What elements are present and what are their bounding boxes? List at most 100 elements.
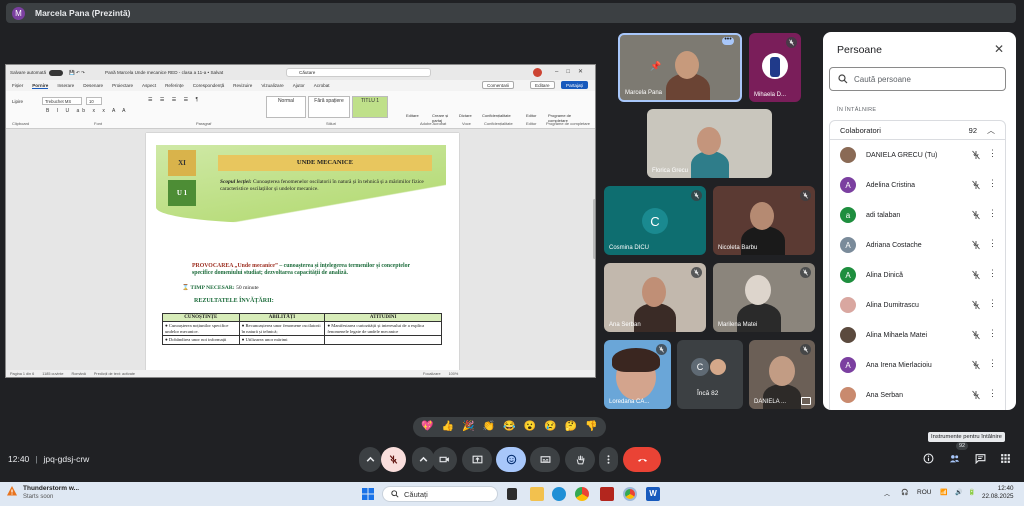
status-focus[interactable]: Focalizare	[423, 372, 441, 376]
menu-layout[interactable]: Aspect	[142, 83, 156, 88]
meeting-info-button[interactable]	[920, 450, 936, 466]
activities-button[interactable]	[997, 450, 1013, 466]
file-explorer-icon[interactable]	[530, 487, 544, 501]
collaborators-group[interactable]: Colaboratori 92 ︿	[829, 120, 1006, 140]
share-button[interactable]: Partajați	[561, 81, 588, 89]
menu-home[interactable]: Pornire	[32, 83, 49, 89]
list-item[interactable]: Ana Serban ⋮	[830, 380, 1005, 410]
menu-acrobat[interactable]: Acrobat	[314, 83, 330, 88]
more-vert-icon[interactable]: ⋮	[988, 358, 997, 368]
present-button[interactable]	[462, 447, 492, 472]
reaction-thumbs-down[interactable]: 👎	[585, 422, 597, 432]
menu-design[interactable]: Proiectare	[112, 83, 133, 88]
video-tile[interactable]: Florica Grecu	[647, 109, 772, 178]
battery-icon[interactable]: 🔋	[968, 489, 975, 496]
menu-mailings[interactable]: Corespondență	[193, 83, 224, 88]
list-item[interactable]: Alina Mihaela Matei ⋮	[830, 320, 1005, 350]
editing-tool[interactable]: Editare	[406, 113, 419, 118]
list-item[interactable]: a adi talaban ⋮	[830, 200, 1005, 230]
edge-icon[interactable]	[552, 487, 566, 501]
document-page[interactable]: XI U 1 UNDE MECANICE Scopul lecției: Cun…	[146, 133, 459, 373]
word-search-input[interactable]: Căutare	[286, 68, 431, 77]
document-scrollbar[interactable]	[593, 199, 595, 259]
volume-icon[interactable]: 🔊	[955, 489, 962, 496]
video-tile[interactable]: Ana Serban	[604, 263, 706, 332]
style-title-1[interactable]: TITLU 1	[352, 96, 388, 118]
keyboard-language[interactable]: ROU	[917, 489, 931, 496]
user-avatar[interactable]	[533, 68, 542, 77]
reaction-thinking[interactable]: 🤔	[565, 422, 577, 432]
video-tile[interactable]: 📌 ••• Marcela Pana	[618, 33, 742, 102]
chat-button[interactable]	[972, 450, 988, 466]
list-item[interactable]: A Ana Irena Mierlacioiu ⋮	[830, 350, 1005, 380]
menu-review[interactable]: Revizuire	[233, 83, 252, 88]
menu-view[interactable]: Vizualizare	[261, 83, 283, 88]
style-no-spacing[interactable]: Fără spațiere	[308, 96, 350, 118]
autosave-toggle[interactable]	[49, 69, 64, 76]
reactions-button[interactable]	[496, 447, 526, 472]
reaction-thumbs-up[interactable]: 👍	[442, 422, 454, 432]
chrome-active-icon[interactable]	[623, 487, 637, 501]
reaction-laugh[interactable]: 😂	[503, 422, 515, 432]
camera-toggle-button[interactable]	[432, 447, 457, 472]
document-area[interactable]: XI U 1 UNDE MECANICE Scopul lecției: Cun…	[6, 129, 595, 373]
list-item[interactable]: DANIELA GRECU (Tu) ⋮	[830, 140, 1005, 170]
acrobat-icon[interactable]	[600, 487, 614, 501]
menu-references[interactable]: Referințe	[165, 83, 184, 88]
leave-call-button[interactable]	[623, 447, 661, 472]
task-view-icon[interactable]	[507, 488, 517, 500]
window-controls-icon[interactable]: –□✕	[555, 68, 591, 75]
reaction-clap[interactable]: 👏	[483, 422, 495, 432]
captions-button[interactable]	[530, 447, 560, 472]
pin-icon[interactable]: 📌	[650, 61, 661, 72]
paste-button[interactable]: Lipire	[12, 99, 23, 104]
people-button[interactable]	[946, 450, 962, 466]
more-vert-icon[interactable]: ⋮	[988, 268, 997, 278]
reaction-sparkling-heart[interactable]: 💖	[421, 422, 433, 432]
list-item[interactable]: A Adriana Costache ⋮	[830, 230, 1005, 260]
menu-insert[interactable]: Inserare	[57, 83, 74, 88]
sensitivity-tool[interactable]: Confidențialitate	[482, 113, 511, 118]
reaction-party[interactable]: 🎉	[462, 422, 474, 432]
video-tile[interactable]: Marilena Matei	[713, 263, 815, 332]
people-search-input[interactable]: Caută persoane	[829, 67, 1006, 91]
taskbar-search-input[interactable]: Căutați	[382, 486, 498, 502]
bold-italic-underline-icon[interactable]: B I U ab x x A A	[46, 108, 128, 114]
video-tile[interactable]: Nicoleta Barbu	[713, 186, 815, 255]
shared-word-window[interactable]: Salvare automată 💾 ↶ ↷ Pană Marcela Unde…	[5, 64, 596, 378]
more-vert-icon[interactable]: ⋮	[988, 298, 997, 308]
list-item[interactable]: Alina Dumitrascu ⋮	[830, 290, 1005, 320]
more-vert-icon[interactable]: ⋮	[988, 208, 997, 218]
wifi-icon[interactable]: 📶	[940, 489, 947, 496]
paragraph-tools-icon[interactable]: ☰ ☰ ☰ ☰ ¶	[148, 97, 201, 103]
menu-help[interactable]: Ajutor	[293, 83, 305, 88]
taskbar-clock[interactable]: 12:40 22.08.2025	[982, 485, 1014, 501]
font-name-select[interactable]: Trebuchet MS	[42, 97, 82, 105]
more-vert-icon[interactable]: ⋮	[988, 328, 997, 338]
comments-button[interactable]: Comentarii	[482, 81, 515, 89]
video-tile[interactable]: C Încă 82	[677, 340, 743, 409]
tray-chevron-icon[interactable]: ︿	[884, 489, 890, 498]
mic-options-button[interactable]	[359, 447, 381, 472]
more-vert-icon[interactable]: ⋮	[988, 388, 997, 398]
windows-start-icon[interactable]	[361, 487, 375, 501]
save-icon[interactable]: 💾 ↶ ↷	[69, 70, 85, 76]
menu-draw[interactable]: Desenare	[83, 83, 103, 88]
camera-options-button[interactable]	[412, 447, 434, 472]
more-vert-icon[interactable]: ⋮	[988, 178, 997, 188]
reaction-sad[interactable]: 😢	[544, 422, 556, 432]
chevron-up-icon[interactable]: ︿	[987, 125, 995, 136]
menu-file[interactable]: Fișier	[12, 83, 23, 88]
video-tile[interactable]: Mihaela D...	[749, 33, 801, 102]
reaction-surprised[interactable]: 😮	[524, 422, 536, 432]
status-zoom[interactable]: 100%	[449, 372, 459, 376]
more-vert-icon[interactable]: ⋮	[988, 148, 997, 158]
dictate-tool[interactable]: Dictare	[459, 113, 472, 118]
editor-tool[interactable]: Editor	[526, 113, 536, 118]
mic-toggle-button[interactable]	[381, 447, 406, 472]
raise-hand-button[interactable]	[565, 447, 595, 472]
more-vert-icon[interactable]: ⋮	[988, 238, 997, 248]
close-icon[interactable]: ✕	[994, 42, 1004, 56]
editing-button[interactable]: Editare	[530, 81, 555, 89]
weather-widget[interactable]: Thunderstorm w... Starts soon	[6, 485, 79, 501]
